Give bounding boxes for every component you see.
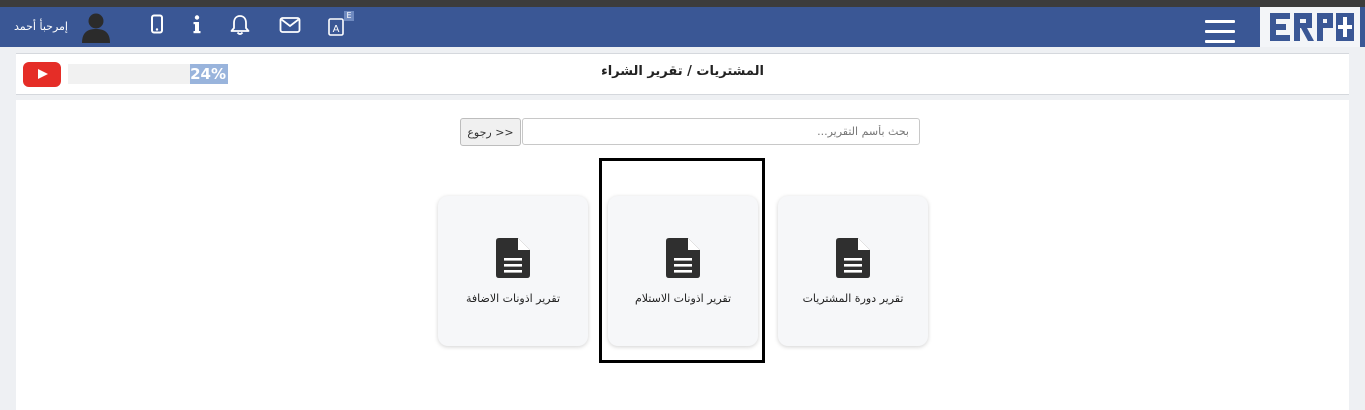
top-strip (0, 0, 1365, 7)
bell-icon[interactable] (229, 14, 251, 36)
menu-icon[interactable] (1205, 18, 1235, 44)
back-button[interactable]: << رجوع (460, 118, 521, 146)
document-icon (666, 238, 700, 278)
user-greeting: إمرحبأ أحمد (14, 20, 68, 33)
report-card-label: تقرير دورة المشتريات (802, 292, 904, 305)
mail-icon[interactable] (279, 14, 301, 36)
mobile-icon[interactable] (146, 14, 168, 36)
user-avatar-icon[interactable] (80, 11, 112, 43)
language-badge: E (346, 11, 352, 20)
svg-text:A: A (333, 24, 340, 35)
erp-logo[interactable] (1260, 7, 1360, 47)
report-card-label: تقرير اذونات الاضافة (465, 292, 561, 305)
report-card-addition-permits[interactable]: تقرير اذونات الاضافة (438, 196, 588, 346)
report-card-purchase-cycle[interactable]: تقرير دورة المشتريات (778, 196, 928, 346)
page-title: المشتريات / تقرير الشراء (601, 64, 764, 79)
document-icon (836, 238, 870, 278)
report-search-input[interactable] (522, 118, 920, 145)
report-card-receipt-permits[interactable]: تقرير اذونات الاستلام (608, 196, 758, 346)
info-icon[interactable] (186, 14, 208, 36)
report-card-label: تقرير اذونات الاستلام (634, 292, 732, 305)
document-icon (496, 238, 530, 278)
